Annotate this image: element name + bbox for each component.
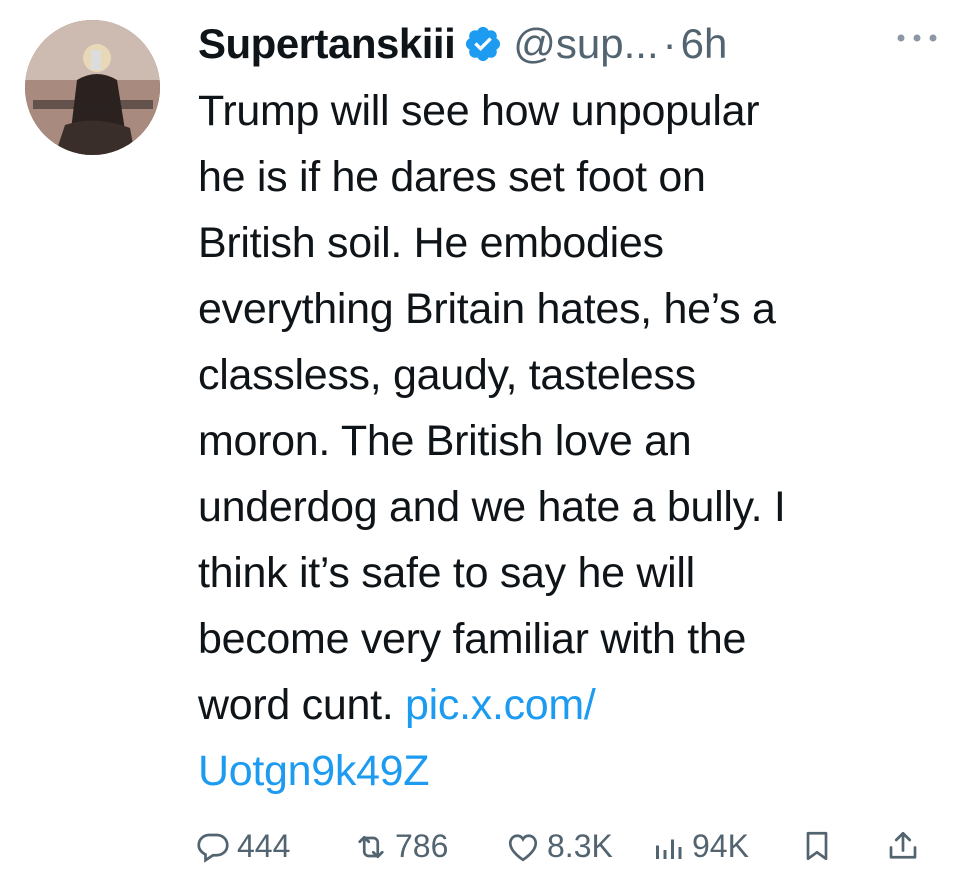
tweet-line: he is if he dares set foot on [198, 153, 706, 201]
like-count: 8.3K [547, 828, 613, 864]
like-button[interactable]: 8.3K [505, 828, 613, 865]
separator-dot: · [662, 20, 677, 67]
reply-button[interactable]: 444 [195, 828, 290, 865]
tweet-line: moron. The British love an [198, 417, 692, 465]
avatar-image [25, 20, 160, 155]
timestamp[interactable]: 6h [681, 20, 728, 68]
reply-icon [197, 833, 229, 863]
tweet-header: Supertanskiii @sup... · 6h [198, 14, 940, 74]
share-icon [889, 831, 917, 859]
tweet-line: British soil. He embodies [198, 219, 664, 267]
tweet-line: Trump will see how unpopular [198, 87, 760, 135]
bookmark-icon [806, 831, 828, 861]
verified-badge-icon [466, 26, 501, 62]
views-button[interactable]: 94K [650, 828, 749, 865]
action-bar: 444 786 8.3K 94K [195, 822, 940, 876]
views-icon [656, 839, 682, 859]
user-handle[interactable]: @sup... [513, 20, 658, 68]
media-link-continued[interactable]: Uotgn9k49Z [198, 738, 938, 804]
views-count: 94K [692, 828, 749, 864]
tweet-line: think it’s safe to say he will [198, 549, 695, 597]
reply-count: 444 [237, 828, 291, 864]
like-icon [508, 833, 538, 861]
tweet-line: become very familiar with the [198, 615, 747, 663]
tweet-line-text: word cunt. [198, 681, 406, 729]
tweet-line: classless, gaudy, tasteless [198, 351, 696, 399]
tweet-text: Trump will see how unpopular he is if he… [198, 78, 938, 804]
tweet-line: underdog and we hate a bully. I [198, 483, 786, 531]
more-icon[interactable] [894, 28, 940, 48]
avatar[interactable] [25, 20, 160, 155]
retweet-button[interactable]: 786 [353, 828, 448, 865]
retweet-icon [358, 835, 384, 858]
tweet-line: everything Britain hates, he’s a [198, 285, 776, 333]
media-link[interactable]: pic.x.com/ [405, 681, 596, 729]
share-button[interactable] [885, 828, 921, 864]
tweet-line-last: word cunt. pic.x.com/ [198, 672, 938, 738]
bookmark-button[interactable] [799, 828, 835, 864]
retweet-count: 786 [395, 828, 449, 864]
display-name[interactable]: Supertanskiii [198, 20, 456, 68]
